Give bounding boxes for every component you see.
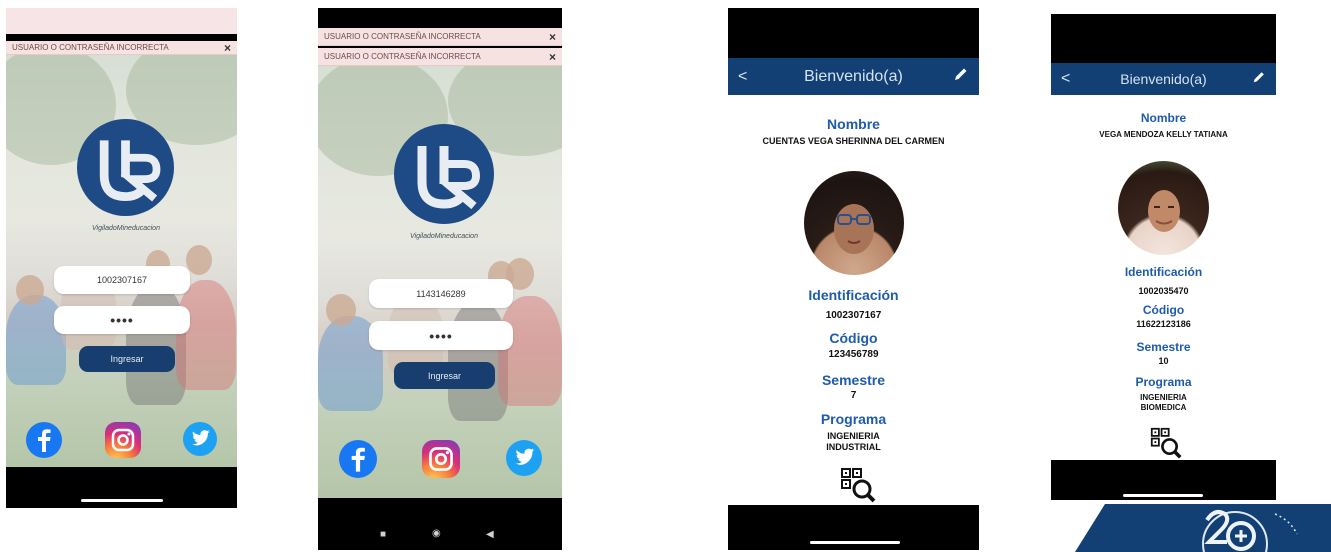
id-label: Identificación <box>808 287 899 303</box>
edit-pencil-icon[interactable] <box>953 66 969 87</box>
semester-label: Semestre <box>821 372 886 388</box>
edit-pencil-icon[interactable] <box>1252 70 1266 89</box>
student-name: CUENTAS VEGA SHERINNA DEL CARMEN <box>762 136 945 146</box>
program-line-2: BIOMEDICA <box>1140 403 1187 412</box>
student-id: 1002307167 <box>825 310 882 321</box>
recent-apps-button[interactable]: ■ <box>380 529 386 540</box>
semester-label: Semestre <box>1136 340 1191 354</box>
back-arrow-icon[interactable]: < <box>738 68 747 86</box>
twitter-icon[interactable] <box>506 440 542 476</box>
program-line-1: INGENIERIA <box>827 431 880 441</box>
profile-content: Nombre CUENTAS VEGA SHERINNA DEL CARMEN … <box>728 95 979 505</box>
login-button[interactable]: Ingresar <box>394 362 495 389</box>
error-message: USUARIO O CONTRASEÑA INCORRECTA <box>324 32 481 41</box>
back-button[interactable]: ◀ <box>486 529 494 540</box>
student-name: VEGA MENDOZA KELLY TATIANA <box>1099 130 1228 139</box>
phone-profile-a: < Bienvenido(a) Nombre CUENTAS VEGA SHER… <box>728 8 979 550</box>
phone-login-b: USUARIO O CONTRASEÑA INCORRECTA × USUARI… <box>318 8 562 550</box>
id-label: Identificación <box>1124 265 1203 279</box>
close-icon[interactable]: × <box>549 50 556 64</box>
app-bar: < Bienvenido(a) <box>728 58 979 95</box>
student-semester: 10 <box>1158 356 1169 366</box>
password-field[interactable]: •••• <box>369 321 513 350</box>
student-code: 123456789 <box>828 349 879 360</box>
program-label: Programa <box>820 411 887 427</box>
anniversary-logo <box>1075 500 1331 552</box>
user-field[interactable]: 1002307167 <box>54 266 190 294</box>
accreditation-text: VigiladoMineducacion <box>92 225 160 232</box>
background-photo <box>6 55 237 467</box>
program-label: Programa <box>1135 375 1192 389</box>
program-line-2: INDUSTRIAL <box>826 442 881 452</box>
program-line-1: INGENIERIA <box>1140 393 1187 402</box>
close-icon[interactable]: × <box>224 41 231 55</box>
error-message: USUARIO O CONTRASEÑA INCORRECTA <box>12 43 169 52</box>
twitter-icon[interactable] <box>183 422 217 456</box>
phone-login-a: USUARIO O CONTRASEÑA INCORRECTA × Vigila… <box>6 8 237 508</box>
code-label: Código <box>1142 303 1185 317</box>
student-semester: 7 <box>850 390 857 401</box>
home-indicator[interactable] <box>810 541 900 544</box>
student-code: 11622123186 <box>1136 319 1191 329</box>
student-id: 1002035470 <box>1138 286 1189 296</box>
phone-profile-b: < Bienvenido(a) Nombre VEGA MENDOZA KELL… <box>1051 14 1276 500</box>
profile-content: Nombre VEGA MENDOZA KELLY TATIANA Identi… <box>1051 95 1276 460</box>
login-button[interactable]: Ingresar <box>79 346 175 372</box>
code-label: Código <box>829 330 878 346</box>
avatar <box>1118 161 1209 255</box>
home-indicator[interactable] <box>1123 494 1203 497</box>
name-label: Nombre <box>1140 111 1187 125</box>
name-label: Nombre <box>827 116 880 132</box>
qr-search-icon[interactable] <box>1150 427 1182 459</box>
screen-title: Bienvenido(a) <box>804 67 903 85</box>
university-logo <box>77 119 174 216</box>
facebook-icon[interactable] <box>26 422 62 458</box>
error-toast-2: USUARIO O CONTRASEÑA INCORRECTA × <box>318 48 562 66</box>
status-area <box>6 8 237 34</box>
home-button[interactable]: ◉ <box>432 528 441 539</box>
facebook-icon[interactable] <box>339 440 377 478</box>
screen-title: Bienvenido(a) <box>1120 71 1207 87</box>
avatar <box>804 171 904 275</box>
app-bar: < Bienvenido(a) <box>1051 63 1276 95</box>
instagram-icon[interactable] <box>105 422 141 458</box>
accreditation-text: VigiladoMineducacion <box>410 233 478 240</box>
home-indicator[interactable] <box>81 499 163 502</box>
error-toast: USUARIO O CONTRASEÑA INCORRECTA × <box>6 41 237 55</box>
error-toast-1: USUARIO O CONTRASEÑA INCORRECTA × <box>318 28 562 46</box>
instagram-icon[interactable] <box>422 440 460 478</box>
error-message: USUARIO O CONTRASEÑA INCORRECTA <box>324 52 481 61</box>
university-logo <box>394 124 494 224</box>
back-arrow-icon[interactable]: < <box>1061 70 1070 88</box>
user-field[interactable]: 1143146289 <box>369 279 513 308</box>
close-icon[interactable]: × <box>549 30 556 44</box>
qr-search-icon[interactable] <box>840 467 876 503</box>
password-field[interactable]: •••• <box>54 306 190 334</box>
